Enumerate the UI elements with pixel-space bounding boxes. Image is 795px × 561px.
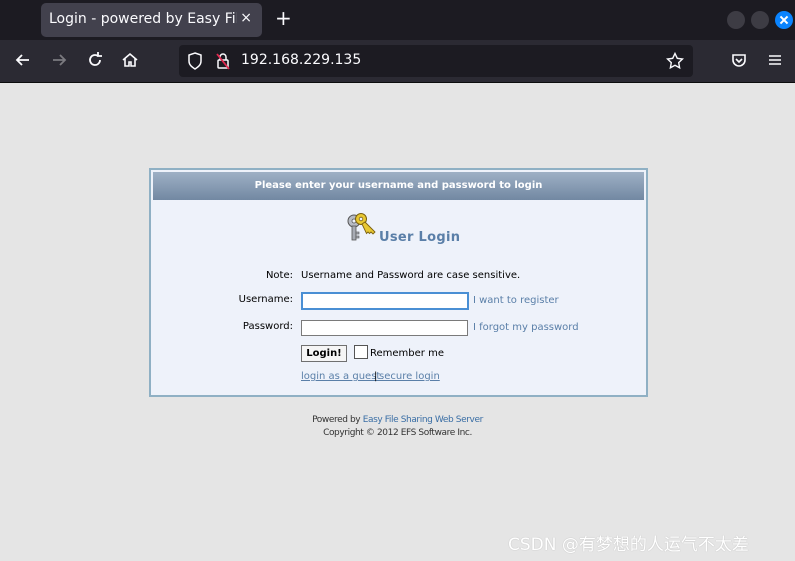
link-separator: |: [374, 371, 378, 382]
pocket-icon[interactable]: [729, 50, 749, 70]
navigation-bar: 192.168.229.135: [0, 40, 795, 83]
password-input[interactable]: [301, 320, 468, 336]
note-text: Username and Password are case sensitive…: [301, 270, 521, 281]
copyright-line: Copyright © 2012 EFS Software Inc.: [323, 428, 472, 438]
url-text[interactable]: 192.168.229.135: [241, 52, 361, 68]
address-bar[interactable]: 192.168.229.135: [179, 45, 693, 77]
close-window-button[interactable]: [775, 11, 793, 29]
password-label: Password:: [242, 321, 293, 332]
forward-arrow-icon[interactable]: [49, 50, 69, 70]
tab-strip: Login - powered by Easy File × +: [0, 0, 795, 40]
insecure-lock-icon[interactable]: [215, 52, 231, 74]
powered-by-line: Powered by Easy File Sharing Web Server: [0, 415, 795, 425]
menu-icon[interactable]: [765, 50, 785, 70]
watermark-text: CSDN @有梦想的人运气不太差: [508, 535, 749, 555]
forgot-password-link[interactable]: I forgot my password: [473, 322, 579, 333]
new-tab-icon[interactable]: +: [275, 8, 292, 28]
remember-me-label: Remember me: [370, 348, 444, 359]
secure-login-link[interactable]: secure login: [379, 371, 440, 382]
back-arrow-icon[interactable]: [13, 50, 33, 70]
remember-me-checkbox[interactable]: [354, 345, 368, 359]
login-title: User Login: [379, 230, 461, 245]
bookmark-star-icon[interactable]: [665, 51, 685, 74]
username-label: Username:: [238, 294, 293, 305]
active-tab[interactable]: Login - powered by Easy File ×: [41, 3, 262, 37]
login-button[interactable]: Login!: [301, 345, 347, 362]
home-icon[interactable]: [120, 50, 140, 70]
login-panel: Please enter your username and password …: [149, 168, 648, 397]
login-header: Please enter your username and password …: [153, 172, 644, 200]
guest-login-link[interactable]: login as a guest: [301, 371, 380, 382]
minimize-window-button[interactable]: [727, 11, 745, 29]
keys-icon: [344, 210, 378, 244]
close-tab-icon[interactable]: ×: [240, 10, 252, 26]
shield-icon[interactable]: [187, 52, 203, 74]
reload-icon[interactable]: [85, 50, 105, 70]
register-link[interactable]: I want to register: [473, 295, 559, 306]
maximize-window-button[interactable]: [751, 11, 769, 29]
efs-server-link[interactable]: Easy File Sharing Web Server: [363, 415, 484, 425]
powered-by-prefix: Powered by: [312, 415, 361, 425]
note-label: Note:: [265, 270, 293, 281]
username-input[interactable]: [301, 292, 469, 310]
tab-title: Login - powered by Easy File: [49, 11, 237, 27]
